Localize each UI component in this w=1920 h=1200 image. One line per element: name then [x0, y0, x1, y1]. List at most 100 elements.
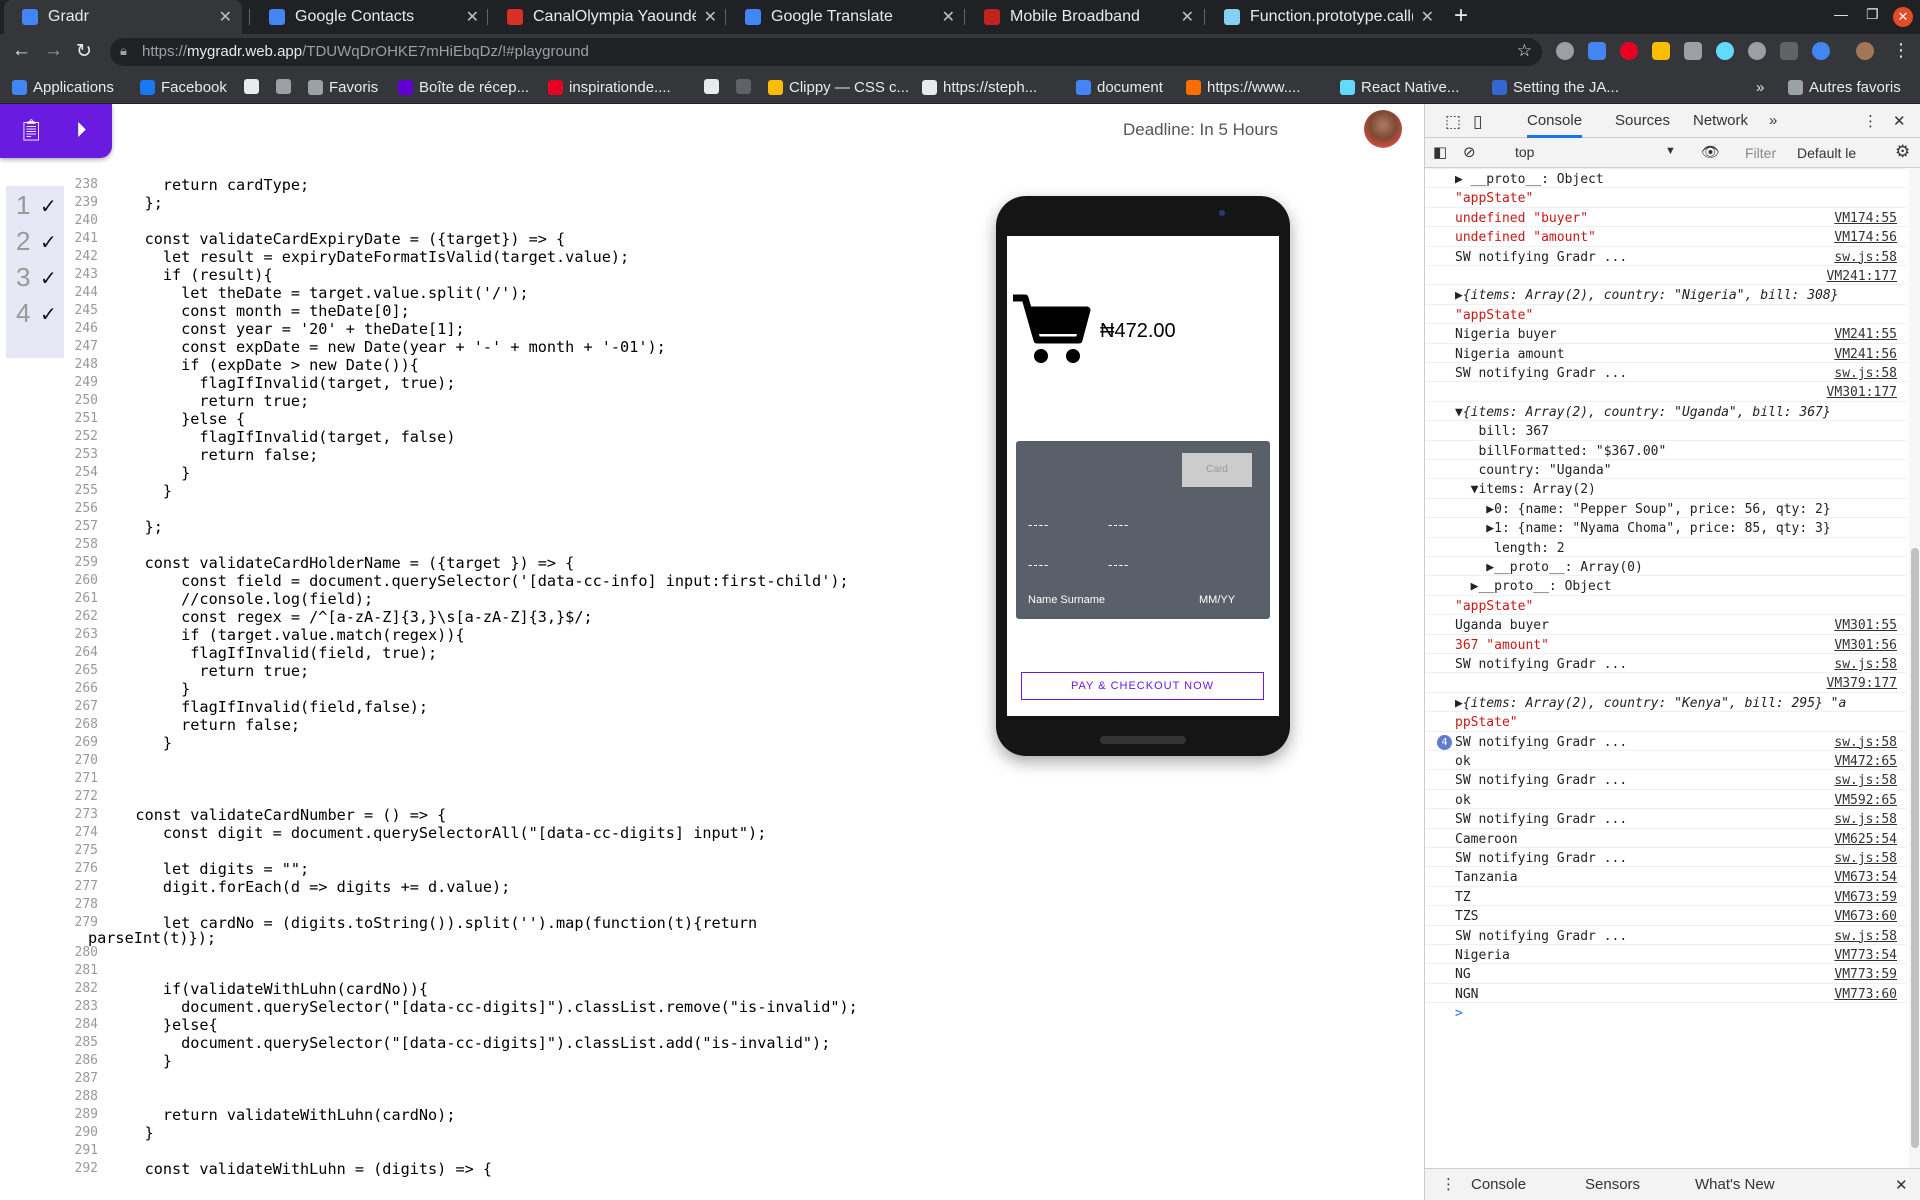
- drawer-tab-console[interactable]: Console: [1471, 1176, 1526, 1193]
- console-row[interactable]: country: "Uganda": [1425, 459, 1907, 478]
- drawer-menu-icon[interactable]: ⋮: [1441, 1175, 1456, 1193]
- card-expiry-input[interactable]: MM/YY: [1199, 594, 1235, 606]
- console-source-link[interactable]: VM773:59: [1834, 967, 1897, 982]
- browser-tab[interactable]: Google Translate ✕: [727, 0, 965, 34]
- bookmark-item[interactable]: Clippy — CSS c...: [768, 79, 909, 96]
- console-source-link[interactable]: VM241:56: [1834, 347, 1897, 362]
- console-row[interactable]: SW notifying Gradr ... sw.js:58: [1425, 245, 1907, 265]
- window-close-button[interactable]: ✕: [1893, 7, 1913, 27]
- browser-tab[interactable]: CanalOlympia Yaoundé 1 ✕: [489, 0, 727, 34]
- console-source-link[interactable]: sw.js:58: [1834, 657, 1897, 672]
- bookmark-item[interactable]: [276, 79, 297, 94]
- card-digits-input[interactable]: ----: [1108, 557, 1129, 572]
- console-source-link[interactable]: VM673:59: [1834, 890, 1897, 905]
- extension-icon[interactable]: [1780, 42, 1798, 60]
- console-row[interactable]: ▼items: Array(2): [1425, 478, 1907, 497]
- back-icon[interactable]: ←: [12, 40, 31, 62]
- card-digits-input[interactable]: ----: [1108, 517, 1129, 532]
- console-row[interactable]: Tanzania VM673:54: [1425, 866, 1907, 885]
- bookmark-item[interactable]: React Native...: [1340, 79, 1459, 96]
- avatar[interactable]: [1364, 110, 1402, 148]
- browser-tab[interactable]: Gradr ✕: [4, 0, 242, 34]
- console-source-link[interactable]: VM625:54: [1834, 832, 1897, 847]
- console-source-link[interactable]: VM379:177: [1827, 676, 1897, 691]
- console-row[interactable]: TZS VM673:60: [1425, 905, 1907, 924]
- console-row[interactable]: "appState": [1425, 187, 1907, 206]
- console-source-link[interactable]: VM301:55: [1834, 618, 1897, 633]
- react-devtools-icon[interactable]: [1716, 42, 1734, 60]
- console-row[interactable]: TZ VM673:59: [1425, 885, 1907, 905]
- close-devtools-icon[interactable]: ✕: [1893, 112, 1906, 130]
- bookmark-item[interactable]: [704, 79, 725, 94]
- browser-tab[interactable]: Function.prototype.call() ✕: [1206, 0, 1444, 34]
- console-row[interactable]: ▶ __proto__: Object: [1425, 168, 1907, 187]
- bookmark-item[interactable]: Favoris: [308, 79, 378, 96]
- extension-icon[interactable]: [1652, 42, 1670, 60]
- console-row[interactable]: Nigeria amount VM241:56: [1425, 342, 1907, 362]
- console-row[interactable]: SW notifying Gradr ... sw.js:58: [1425, 847, 1907, 866]
- console-source-link[interactable]: sw.js:58: [1834, 735, 1897, 750]
- tab-network[interactable]: Network: [1693, 112, 1748, 129]
- restore-button[interactable]: ❐: [1866, 6, 1879, 23]
- console-row[interactable]: SW notifying Gradr ... sw.js:58: [1425, 769, 1907, 788]
- close-tab-icon[interactable]: ✕: [942, 7, 955, 27]
- close-tab-icon[interactable]: ✕: [1421, 7, 1434, 27]
- browser-tab[interactable]: Mobile Broadband ✕: [966, 0, 1204, 34]
- console-source-link[interactable]: sw.js:58: [1834, 366, 1897, 381]
- console-row[interactable]: "appState": [1425, 303, 1907, 323]
- console-row[interactable]: 367 "amount" VM301:56: [1425, 633, 1907, 653]
- console-row[interactable]: ▼{items: Array(2), country: "Uganda", bi…: [1425, 400, 1907, 420]
- console-row[interactable]: Nigeria buyer VM241:55: [1425, 323, 1907, 342]
- console-source-link[interactable]: VM241:177: [1827, 269, 1897, 284]
- console-row[interactable]: SW notifying Gradr ... sw.js:58: [1425, 362, 1907, 381]
- console-source-link[interactable]: VM673:60: [1834, 909, 1897, 924]
- new-tab-button[interactable]: +: [1454, 2, 1468, 30]
- bookmark-item[interactable]: Facebook: [140, 79, 227, 96]
- console-row[interactable]: ppState": [1425, 711, 1907, 730]
- console-row[interactable]: NG VM773:59: [1425, 963, 1907, 982]
- console-row[interactable]: SW notifying Gradr ... sw.js:58: [1425, 924, 1907, 944]
- inspect-element-icon[interactable]: ⬚: [1445, 112, 1461, 132]
- console-row[interactable]: ok VM472:65: [1425, 750, 1907, 769]
- bookmark-item[interactable]: inspirationde....: [548, 79, 671, 96]
- device-toolbar-icon[interactable]: ▯: [1473, 112, 1482, 132]
- tab-console[interactable]: Console: [1527, 112, 1583, 138]
- console-source-link[interactable]: VM241:55: [1834, 327, 1897, 342]
- address-bar[interactable]: 🔒︎ https://mygradr.web.app/TDUWqDrOHKE7m…: [110, 38, 1542, 66]
- scrollbar-thumb[interactable]: [1911, 548, 1919, 1148]
- eye-icon[interactable]: 👁︎: [1701, 143, 1720, 161]
- console-row[interactable]: NGN VM773:60: [1425, 982, 1907, 1002]
- bookmark-item[interactable]: Applications: [12, 79, 114, 96]
- close-tab-icon[interactable]: ✕: [1181, 7, 1194, 27]
- console-row[interactable]: ▶1: {name: "Nyama Choma", price: 85, qty…: [1425, 517, 1907, 536]
- card-digits-input[interactable]: ----: [1028, 557, 1049, 572]
- console-scrollbar[interactable]: [1909, 168, 1920, 1168]
- clipboard-icon[interactable]: 📋︎: [18, 119, 45, 143]
- console-row[interactable]: ▶{items: Array(2), country: "Nigeria", b…: [1425, 284, 1907, 303]
- console-row[interactable]: VM301:177: [1425, 381, 1907, 400]
- bookmark-item[interactable]: Setting the JA...: [1492, 79, 1619, 96]
- console-row[interactable]: SW notifying Gradr ... sw.js:58: [1425, 653, 1907, 672]
- more-bookmarks-icon[interactable]: »: [1756, 79, 1764, 96]
- profile-avatar[interactable]: [1856, 42, 1874, 60]
- console-source-link[interactable]: sw.js:58: [1834, 929, 1897, 944]
- console-row[interactable]: ▶{items: Array(2), country: "Kenya", bil…: [1425, 691, 1907, 711]
- log-levels-select[interactable]: Default le: [1797, 145, 1856, 161]
- bookmark-item[interactable]: [736, 79, 757, 94]
- console-row[interactable]: VM241:177: [1425, 265, 1907, 284]
- console-source-link[interactable]: VM472:65: [1834, 754, 1897, 769]
- console-source-link[interactable]: sw.js:58: [1834, 812, 1897, 827]
- bookmark-item[interactable]: https://steph...: [922, 79, 1037, 96]
- console-settings-icon[interactable]: ⚙: [1895, 142, 1910, 162]
- console-row[interactable]: undefined "amount" VM174:56: [1425, 226, 1907, 245]
- vue-devtools-icon[interactable]: [1684, 42, 1702, 60]
- bookmark-star-icon[interactable]: ☆: [1517, 41, 1532, 61]
- play-icon[interactable]: ⏵: [76, 119, 87, 143]
- chevron-down-icon[interactable]: ▼: [1665, 145, 1676, 157]
- reload-icon[interactable]: ↻: [76, 40, 92, 63]
- other-bookmarks[interactable]: Autres favoris: [1788, 79, 1901, 96]
- bookmark-item[interactable]: [244, 79, 265, 94]
- console-row[interactable]: >: [1425, 1002, 1907, 1021]
- console-source-link[interactable]: VM174:56: [1834, 230, 1897, 245]
- pay-checkout-button[interactable]: PAY & CHECKOUT NOW: [1021, 672, 1264, 700]
